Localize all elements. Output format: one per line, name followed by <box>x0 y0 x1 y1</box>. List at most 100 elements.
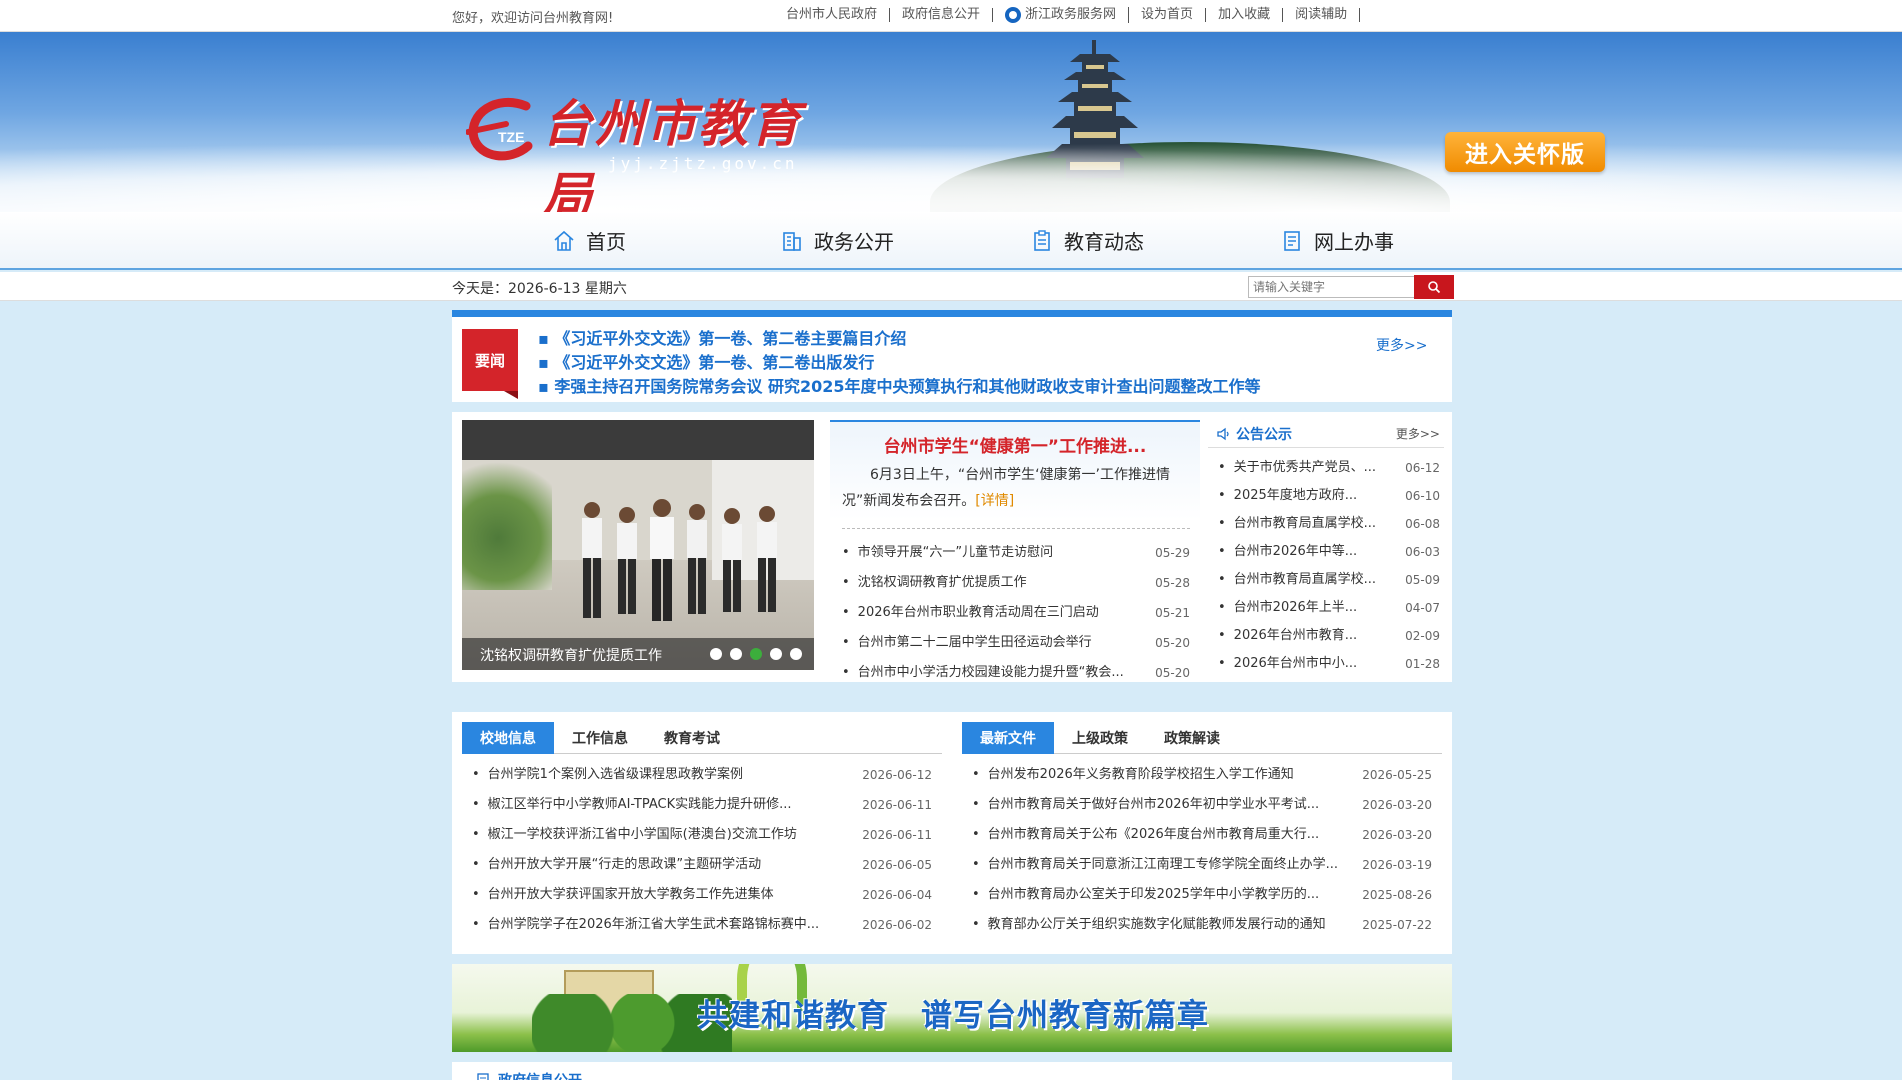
site-domain: jyj.zjtz.gov.cn <box>608 154 798 173</box>
item-title: 台州市教育局关于同意浙江江南理工专修学院全面终止办学... <box>987 857 1339 872</box>
photo-people <box>582 499 777 621</box>
home-icon <box>554 230 574 251</box>
site-logo[interactable]: TZE 台州市教育局 jyj.zjtz.gov.cn <box>466 84 846 212</box>
building-icon <box>783 231 801 251</box>
slideshow-dot[interactable] <box>730 648 742 660</box>
list-item[interactable]: 2025年度地方政府... 06-10 <box>1218 482 1440 510</box>
notice-item-date: 06-08 <box>1405 517 1440 531</box>
gov-info-section: 政府信息公开 <box>452 1062 1452 1080</box>
link-reading-assist[interactable]: 阅读辅助 <box>1283 8 1361 22</box>
headline-item[interactable]: 《习近平外交文选》第一卷、第二卷出版发行 <box>538 351 1261 375</box>
policy-list: 台州发布2026年义务教育阶段学校招生入学工作通知 2026-05-25 台州市教… <box>972 760 1432 940</box>
slideshow-dot[interactable] <box>710 648 722 660</box>
nav-education-news[interactable]: 教育动态 <box>1030 226 1144 255</box>
gov-info-title[interactable]: 政府信息公开 <box>476 1070 582 1080</box>
list-item[interactable]: 教育部办公厅关于组织实施数字化赋能教师发展行动的通知 2025-07-22 <box>972 910 1432 940</box>
slideshow-dots <box>710 648 802 660</box>
notice-more-link[interactable]: 更多>> <box>1396 425 1440 442</box>
slideshow-dot[interactable] <box>770 648 782 660</box>
news-date: 05-21 <box>1155 606 1190 620</box>
item-date: 2026-06-04 <box>862 888 932 902</box>
featured-detail-link[interactable]: [详情] <box>975 493 1014 509</box>
featured-news: 台州市学生“健康第一”工作推进... 6月3日上午，“台州市学生‘健康第一’工作… <box>830 420 1200 680</box>
news-title: 2026年台州市职业教育活动周在三门启动 <box>857 605 1099 620</box>
tab-policy-interpretation[interactable]: 政策解读 <box>1146 722 1238 754</box>
news-title: 台州市第二十二届中学生田径运动会举行 <box>857 635 1092 650</box>
list-item[interactable]: 台州市教育局关于公布《2026年度台州市教育局重大行... 2026-03-20 <box>972 820 1432 850</box>
header-banner: TZE 台州市教育局 jyj.zjtz.gov.cn 进入关怀版 <box>0 32 1902 212</box>
list-item[interactable]: 台州市2026年中等... 06-03 <box>1218 538 1440 566</box>
list-item[interactable]: 台州学院1个案例入选省级课程思政教学案例 2026-06-12 <box>472 760 932 790</box>
item-title: 台州市教育局关于做好台州市2026年初中学业水平考试... <box>987 797 1320 812</box>
list-item[interactable]: 台州市教育局直属学校... 05-09 <box>1218 566 1440 594</box>
link-add-favorite[interactable]: 加入收藏 <box>1206 8 1284 22</box>
today-date: 今天是：2026-6-13 星期六 <box>452 281 627 297</box>
nav-online-services-label: 网上办事 <box>1314 230 1394 254</box>
tab-work-info[interactable]: 工作信息 <box>554 722 646 754</box>
welcome-text: 您好，欢迎访问台州教育网! <box>452 11 614 26</box>
item-date: 2026-06-05 <box>862 858 932 872</box>
link-zhejiang-service-label: 浙江政务服务网 <box>1025 7 1117 22</box>
gov-info-title-label: 政府信息公开 <box>498 1070 582 1080</box>
nav-home[interactable]: 首页 <box>552 226 626 255</box>
slogan-banner[interactable]: 共建和谐教育 谱写台州教育新篇章 <box>452 964 1452 1052</box>
list-item[interactable]: 关于市优秀共产党员、... 06-12 <box>1218 454 1440 482</box>
list-item[interactable]: 台州市第二十二届中学生田径运动会举行 05-20 <box>842 628 1190 658</box>
item-title: 教育部办公厅关于组织实施数字化赋能教师发展行动的通知 <box>987 917 1326 932</box>
featured-title[interactable]: 台州市学生“健康第一”工作推进... <box>830 432 1200 457</box>
list-item[interactable]: 台州市2026年上半... 04-07 <box>1218 594 1440 622</box>
item-date: 2025-08-26 <box>1362 888 1432 902</box>
svg-text:TZE: TZE <box>498 129 524 145</box>
list-item[interactable]: 台州市中小学活力校园建设能力提升暨“教会... 05-20 <box>842 658 1190 688</box>
news-title: 市领导开展“六一”儿童节走访慰问 <box>857 545 1054 560</box>
search-icon <box>1428 281 1441 294</box>
item-date: 2026-06-12 <box>862 768 932 782</box>
list-item[interactable]: 台州发布2026年义务教育阶段学校招生入学工作通知 2026-05-25 <box>972 760 1432 790</box>
search-button[interactable] <box>1414 275 1454 299</box>
slideshow-dot[interactable] <box>790 648 802 660</box>
list-item[interactable]: 沈铭权调研教育扩优提质工作 05-28 <box>842 568 1190 598</box>
link-set-homepage[interactable]: 设为首页 <box>1129 8 1207 22</box>
list-item[interactable]: 椒江一学校获评浙江省中小学国际(港澳台)交流工作坊 2026-06-11 <box>472 820 932 850</box>
tab-latest-files[interactable]: 最新文件 <box>962 722 1054 754</box>
news-date: 05-20 <box>1155 666 1190 680</box>
list-item[interactable]: 2026年台州市教育... 02-09 <box>1218 622 1440 650</box>
nav-online-services[interactable]: 网上办事 <box>1280 226 1394 255</box>
notice-item-date: 06-10 <box>1405 489 1440 503</box>
notice-item-title: 2026年台州市中小... <box>1233 656 1358 671</box>
local-info-tabs: 校地信息 工作信息 教育考试 <box>462 722 942 754</box>
tab-education-exam[interactable]: 教育考试 <box>646 722 738 754</box>
nav-gov-affairs[interactable]: 政务公开 <box>780 226 894 255</box>
link-gov-info-disclosure[interactable]: 政府信息公开 <box>890 8 994 22</box>
link-zhejiang-service[interactable]: 浙江政务服务网 <box>993 7 1130 23</box>
tab-local-info[interactable]: 校地信息 <box>462 722 554 754</box>
list-item[interactable]: 椒江区举行中小学教师AI-TPACK实践能力提升研修... 2026-06-11 <box>472 790 932 820</box>
list-item[interactable]: 台州市教育局关于做好台州市2026年初中学业水平考试... 2026-03-20 <box>972 790 1432 820</box>
notice-item-date: 06-03 <box>1405 545 1440 559</box>
list-item[interactable]: 台州开放大学开展“行走的思政课”主题研学活动 2026-06-05 <box>472 850 932 880</box>
photo-slideshow[interactable]: 沈铭权调研教育扩优提质工作 <box>462 420 814 670</box>
link-city-government[interactable]: 台州市人民政府 <box>786 8 891 22</box>
photo-ceiling <box>462 420 814 460</box>
care-version-button[interactable]: 进入关怀版 <box>1445 132 1605 172</box>
list-item[interactable]: 台州市教育局直属学校... 06-08 <box>1218 510 1440 538</box>
item-title: 台州市教育局办公室关于印发2025学年中小学教学历的... <box>987 887 1320 902</box>
list-item[interactable]: 2026年台州市职业教育活动周在三门启动 05-21 <box>842 598 1190 628</box>
item-date: 2026-06-11 <box>862 828 932 842</box>
list-item[interactable]: 台州市教育局关于同意浙江江南理工专修学院全面终止办学... 2026-03-19 <box>972 850 1432 880</box>
list-item[interactable]: 台州学院学子在2026年浙江省大学生武术套路锦标赛中... 2026-06-02 <box>472 910 932 940</box>
list-item[interactable]: 台州市教育局办公室关于印发2025学年中小学教学历的... 2025-08-26 <box>972 880 1432 910</box>
item-date: 2026-06-02 <box>862 918 932 932</box>
date-search-bar: 今天是：2026-6-13 星期六 <box>0 272 1902 301</box>
slideshow-dot-active[interactable] <box>750 648 762 660</box>
tab-higher-policy[interactable]: 上级政策 <box>1054 722 1146 754</box>
headline-more-link[interactable]: 更多>> <box>1376 335 1427 355</box>
list-item[interactable]: 2026年台州市中小... 01-28 <box>1218 650 1440 678</box>
notice-board: 公告公示 更多>> 关于市优秀共产党员、... 06-12 2025年度地方政府.… <box>1208 420 1444 674</box>
list-item[interactable]: 台州开放大学获评国家开放大学教务工作先进集体 2026-06-04 <box>472 880 932 910</box>
headline-item[interactable]: 李强主持召开国务院常务会议 研究2025年度中央预算执行和其他财政收支审计查出问… <box>538 375 1260 399</box>
list-item[interactable]: 市领导开展“六一”儿童节走访慰问 05-29 <box>842 538 1190 568</box>
top-links: 台州市人民政府 政府信息公开 浙江政务服务网 设为首页 加入收藏 阅读辅助 <box>786 7 1361 23</box>
notice-header: 公告公示 更多>> <box>1208 420 1444 448</box>
headline-item[interactable]: 《习近平外交文选》第一卷、第二卷主要篇目介绍 <box>538 327 1261 351</box>
